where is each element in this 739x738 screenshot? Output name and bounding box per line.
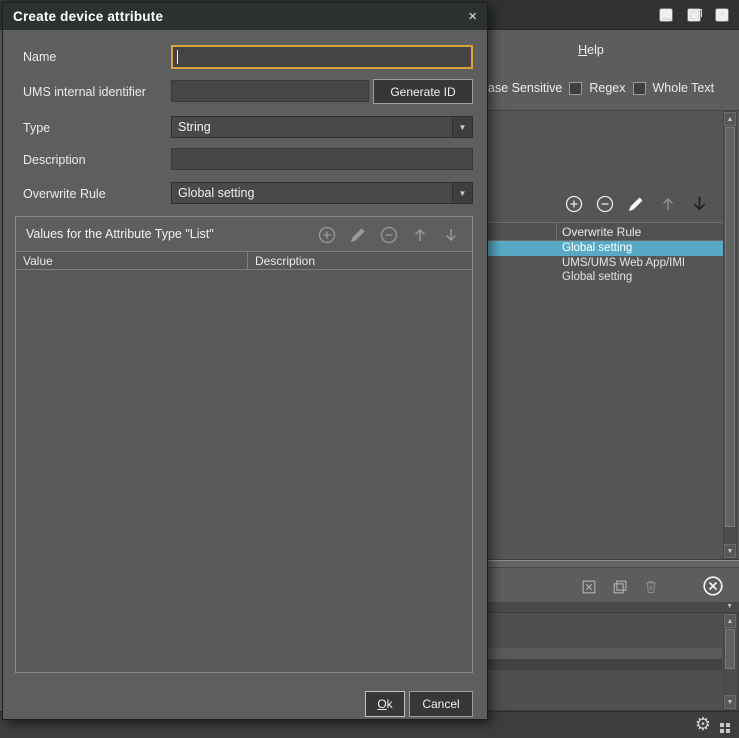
dialog-close-button[interactable]: × [468,8,477,25]
create-device-attribute-dialog: Create device attribute × Name UMS inter… [2,2,488,720]
overwrite-rule-label: Overwrite Rule [23,187,106,201]
arrow-up-icon [410,225,430,245]
scrollbar-thumb[interactable] [725,127,735,527]
scroll-down-icon: ▼ [726,603,733,610]
pencil-icon [348,225,368,245]
remove-value-button[interactable] [379,225,399,245]
scroll-up-icon: ▲ [727,618,734,625]
scroll-up-icon: ▲ [727,116,734,123]
regex-checkbox[interactable] [569,82,582,95]
move-value-up-button[interactable] [410,225,430,245]
arrow-down-icon [688,192,711,215]
plus-circle-icon [317,225,337,245]
name-input[interactable] [171,45,473,69]
window-controls: × [659,7,729,23]
remove-button[interactable] [595,194,615,214]
dropdown-arrow-icon[interactable]: ▼ [452,117,472,137]
case-sensitive-label: ase Sensitive [488,81,562,95]
type-label: Type [23,121,50,135]
whole-text-checkbox[interactable] [633,82,646,95]
collapsed-scrollbar[interactable]: ▼ [486,602,739,612]
lower-list-panel: ▲ ▼ [486,612,739,711]
list-row[interactable]: UMS/UMS Web App/IMI [486,256,723,270]
ums-id-input[interactable] [171,80,369,102]
help-label: elp [587,43,604,57]
move-down-button[interactable] [688,192,711,215]
minimize-button[interactable] [659,8,673,22]
ok-button[interactable]: Ok [365,691,405,717]
whole-text-label: Whole Text [653,81,715,95]
text-caret [177,50,178,64]
description-label: Description [23,153,86,167]
values-group-title: Values for the Attribute Type "List" [26,227,214,241]
scrollbar-thumb[interactable] [725,629,735,669]
maximize-button[interactable] [687,8,701,22]
scrollbar-down-button[interactable]: ▼ [724,695,736,709]
close-icon: × [718,8,727,22]
copy-icon [611,578,629,596]
delete-button[interactable] [642,578,660,596]
arrow-up-icon [658,194,678,214]
column-divider [556,223,557,240]
dialog-title: Create device attribute [13,9,163,24]
add-value-button[interactable] [317,225,337,245]
minus-circle-icon [379,225,399,245]
maximize-icon [690,11,699,19]
panel-divider [486,560,739,568]
minus-circle-icon [595,194,615,214]
grid-icon [719,722,731,734]
x-circle-icon [702,575,724,597]
close-circle-button[interactable] [702,575,724,597]
list-row[interactable]: Global setting [486,270,723,284]
list-item[interactable] [487,659,722,670]
trash-icon [642,578,660,596]
add-button[interactable] [564,194,584,214]
arrow-down-icon [441,225,461,245]
pencil-icon [626,194,646,214]
scrollbar-down-button[interactable]: ▼ [724,544,736,558]
dialog-titlebar: Create device attribute × [3,3,487,30]
name-label: Name [23,50,56,64]
cancel-button[interactable]: Cancel [409,691,473,717]
overwrite-rule-combobox[interactable]: Global setting ▼ [171,182,473,204]
close-icon: × [468,8,477,25]
dropdown-arrow-icon[interactable]: ▼ [452,183,472,203]
scroll-down-icon: ▼ [727,699,734,706]
value-column-header[interactable]: Value [16,252,248,269]
minimize-icon [662,18,671,20]
description-input[interactable] [171,148,473,170]
move-value-down-button[interactable] [441,225,461,245]
scroll-down-icon: ▼ [727,548,734,555]
window-close-button[interactable]: × [715,8,729,22]
search-options-row: ase Sensitive Regex Whole Text [488,74,714,102]
help-button[interactable]: Help [563,37,619,63]
type-combobox[interactable]: String ▼ [171,116,473,138]
regex-label: Regex [589,81,625,95]
generate-id-button[interactable]: Generate ID [373,79,473,104]
help-label-mnemonic: H [578,43,587,57]
list-item[interactable] [487,648,722,659]
tray-grid-button[interactable] [719,722,731,734]
scrollbar-track[interactable]: ▲ ▼ [723,111,737,559]
attributes-list-panel [486,110,739,560]
x-square-icon [580,578,598,596]
x-square-button[interactable] [580,578,598,596]
copy-button[interactable] [611,578,629,596]
values-table-body [16,270,472,672]
scrollbar-up-button[interactable]: ▲ [724,112,736,126]
overwrite-rule-column-header[interactable]: Overwrite Rule [486,222,723,241]
settings-gear-button[interactable]: ⚙ [695,714,711,735]
ums-id-label: UMS internal identifier [23,85,146,99]
values-table-header: Value Description [16,251,472,270]
values-groupbox: Values for the Attribute Type "List" Val… [15,216,473,673]
plus-circle-icon [564,194,584,214]
description-column-header[interactable]: Description [248,252,315,269]
edit-button[interactable] [626,194,646,214]
scrollbar-up-button[interactable]: ▲ [724,614,736,628]
edit-value-button[interactable] [348,225,368,245]
list-row[interactable]: Global setting [486,241,723,256]
scrollbar-track[interactable]: ▲ ▼ [723,613,737,710]
gear-icon: ⚙ [695,714,711,734]
move-up-button[interactable] [658,194,678,214]
